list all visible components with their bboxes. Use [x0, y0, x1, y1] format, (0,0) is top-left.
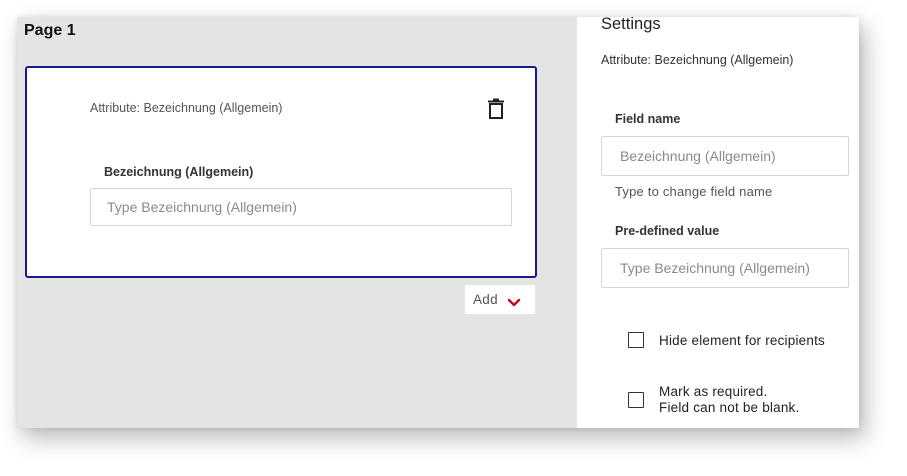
settings-attribute-text: Attribute: Bezeichnung (Allgemein): [601, 53, 794, 67]
page-title: Page 1: [24, 22, 76, 39]
required-checkbox[interactable]: [628, 392, 644, 408]
chevron-down-icon: [507, 295, 521, 306]
predefined-value-label: Pre-defined value: [615, 224, 720, 238]
hide-element-option[interactable]: Hide element for recipients: [628, 332, 825, 349]
app-window: Page 1 Attribute: Bezeichnung (Allgemein…: [17, 17, 859, 428]
field-name-helper: Type to change field name: [615, 184, 773, 199]
required-label-line2: Field can not be blank.: [659, 400, 800, 415]
trash-icon[interactable]: [487, 98, 505, 120]
add-button-label: Add: [473, 292, 498, 307]
required-label-line1: Mark as required.: [659, 384, 768, 399]
field-name-input[interactable]: [601, 136, 849, 176]
element-attribute-text: Attribute: Bezeichnung (Allgemein): [90, 101, 283, 115]
form-canvas: Page 1 Attribute: Bezeichnung (Allgemein…: [17, 17, 577, 428]
predefined-value-input[interactable]: [601, 248, 849, 288]
hide-element-label: Hide element for recipients: [659, 333, 825, 348]
add-button[interactable]: Add: [465, 285, 535, 314]
settings-panel: Settings Attribute: Bezeichnung (Allgeme…: [577, 17, 859, 428]
required-option[interactable]: Mark as required. Field can not be blank…: [628, 384, 799, 416]
hide-element-checkbox[interactable]: [628, 332, 644, 348]
form-element-card[interactable]: Attribute: Bezeichnung (Allgemein) Bezei…: [25, 66, 537, 278]
element-preview-input[interactable]: [90, 188, 512, 226]
settings-title: Settings: [601, 17, 661, 33]
field-name-label: Field name: [615, 112, 681, 126]
required-label: Mark as required. Field can not be blank…: [659, 384, 799, 416]
element-field-label: Bezeichnung (Allgemein): [104, 165, 254, 179]
